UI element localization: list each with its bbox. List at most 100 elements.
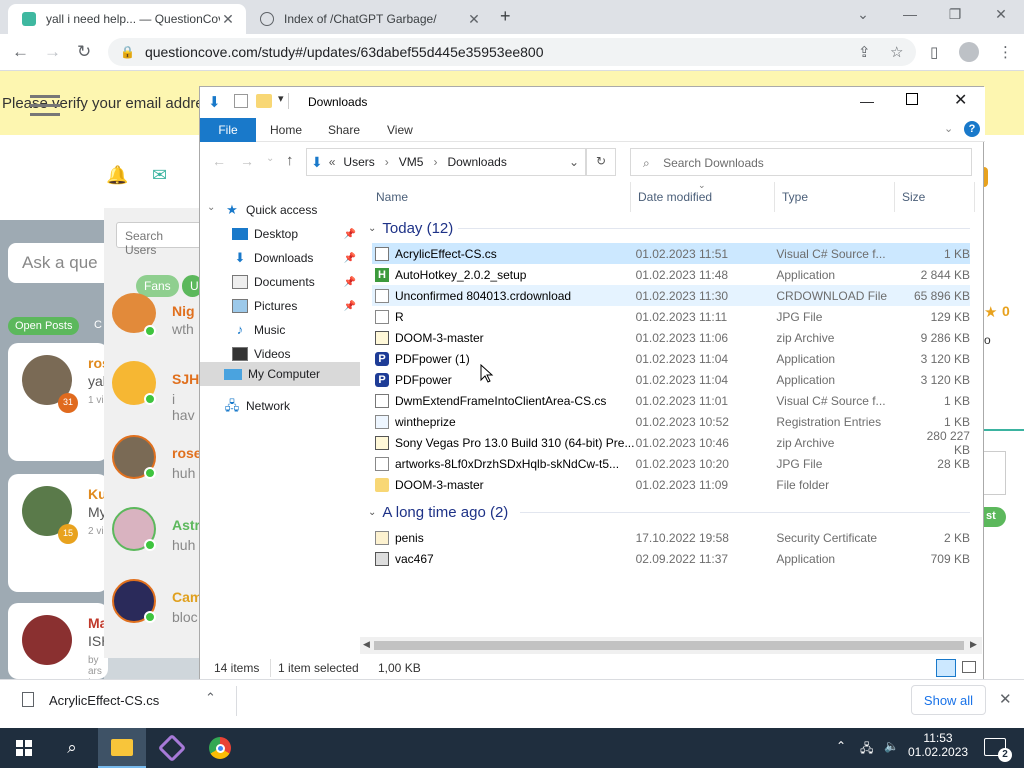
properties-check-icon[interactable] [234,94,248,108]
kebab-menu-icon[interactable]: ⋮ [998,43,1013,61]
chevron-down-icon[interactable]: ⌄ [569,155,579,169]
file-row[interactable]: artworks-8Lf0xDrzhSDxHqlb-skNdCw-t5... 0… [372,453,970,474]
column-divider[interactable] [630,182,631,212]
visual-studio-taskbar-icon[interactable] [148,728,196,768]
search-downloads-input[interactable]: ⌕ Search Downloads [630,148,972,176]
column-divider[interactable] [774,182,775,212]
scroll-right-icon[interactable]: ▶ [970,639,977,650]
tray-chevron-icon[interactable]: ⌃ [836,739,846,753]
browser-tab-questioncove[interactable]: yall i need help... — QuestionCove ✕ [8,4,246,34]
breadcrumb-users[interactable]: Users [343,155,374,169]
tab-view[interactable]: View [387,123,413,137]
nav-network[interactable]: 🖧 Network [200,394,360,418]
close-window-icon[interactable]: ✕ [954,90,967,110]
close-icon[interactable]: ✕ [999,690,1012,708]
column-size[interactable]: Size [902,190,925,204]
forward-arrow-icon[interactable]: → [44,42,61,62]
open-posts-tab[interactable]: Open Posts [8,317,80,335]
post-card[interactable]: 31 ros yal 1 vi [8,343,110,461]
column-divider[interactable] [974,182,975,212]
file-row[interactable]: H AutoHotkey_2.0.2_setup 01.02.2023 11:4… [372,264,970,285]
file-row[interactable]: penis 17.10.2022 19:58 Security Certific… [372,527,970,548]
pin-icon[interactable]: 📌 [344,301,356,312]
new-tab-plus-icon[interactable]: + [500,6,511,27]
scrollbar-thumb[interactable] [374,641,964,650]
up-arrow-icon[interactable]: ↑ [286,152,294,169]
side-panel-icon[interactable]: ▯ [930,43,938,61]
volume-icon[interactable]: 🔈 [884,739,899,753]
reload-icon[interactable]: ↻ [77,42,91,62]
back-arrow-icon[interactable]: ← [212,153,226,169]
restore-icon[interactable]: ❐ [940,6,970,23]
download-arrow-icon[interactable]: ⬇ [208,93,221,111]
pin-icon[interactable]: 📌 [344,229,356,240]
nav-music[interactable]: ♪ Music [200,318,360,342]
close-window-icon[interactable]: ✕ [986,6,1016,23]
post-card[interactable]: 15 Ku My 2 vi [8,474,108,592]
file-row[interactable]: P PDFpower 01.02.2023 11:04 Application … [372,369,970,390]
chevron-up-icon[interactable]: ⌃ [205,690,216,706]
quick-access-chevron-icon[interactable]: ▾ [278,92,284,105]
column-type[interactable]: Type [782,190,808,204]
pin-icon[interactable]: 📌 [344,253,356,264]
mail-icon[interactable]: ✉ [152,165,167,186]
bookmark-star-icon[interactable]: ☆ [890,43,903,61]
bell-icon[interactable]: 🔔 [106,165,128,186]
scroll-left-icon[interactable]: ◀ [363,639,370,650]
group-header-long-ago[interactable]: ⌄ A long time ago (2) [368,500,508,524]
show-all-button[interactable]: Show all [911,685,986,715]
file-row[interactable]: Sony Vegas Pro 13.0 Build 310 (64-bit) P… [372,429,970,457]
network-tray-icon[interactable]: 🖧 [860,739,873,760]
column-divider[interactable] [894,182,895,212]
nav-pictures[interactable]: Pictures 📌 [200,294,360,318]
clock[interactable]: 11:53 01.02.2023 [908,731,968,759]
pin-icon[interactable]: 📌 [344,277,356,288]
large-icons-view-icon[interactable] [962,661,976,673]
nav-documents[interactable]: Documents 📌 [200,270,360,294]
user-name[interactable]: Nig [172,303,195,319]
file-row[interactable]: P PDFpower (1) 01.02.2023 11:04 Applicat… [372,348,970,369]
file-row[interactable]: AcrylicEffect-CS.cs 01.02.2023 11:51 Vis… [372,243,970,264]
file-row[interactable]: vac467 02.09.2022 11:37 Application 709 … [372,548,970,569]
closed-posts-tab-fragment[interactable]: C [94,319,102,331]
address-bar[interactable]: 🔒 questioncove.com/study#/updates/63dabe… [108,38,916,66]
forward-arrow-icon[interactable]: → [240,153,254,169]
textarea-edge[interactable] [984,451,1006,495]
file-row[interactable]: DwmExtendFrameIntoClientArea-CS.cs 01.02… [372,390,970,411]
breadcrumb-downloads[interactable]: Downloads [447,155,506,169]
post-card[interactable]: Ma ISH by ars trax 45 [8,603,111,699]
file-row[interactable]: wintheprize 01.02.2023 10:52 Registratio… [372,411,970,432]
close-tab-icon[interactable]: ✕ [466,11,482,28]
windows-start-icon[interactable] [0,728,48,768]
expand-ribbon-chevron-icon[interactable]: ⌄ [944,122,953,135]
tab-search-chevron-icon[interactable]: ⌄ [848,6,878,23]
share-icon[interactable]: ⇪ [858,43,871,61]
breadcrumb[interactable]: ⬇ « Users › VM5 › Downloads ⌄ [306,148,586,176]
breadcrumb-vm5[interactable]: VM5 [399,155,424,169]
file-row[interactable]: Unconfirmed 804013.crdownload 01.02.2023… [372,285,970,306]
collapse-chevron-icon[interactable]: ⌄ [368,507,376,518]
breadcrumb-overflow[interactable]: « [329,155,336,169]
user-name[interactable]: Cam [172,589,202,605]
tab-file[interactable]: File [200,118,256,142]
back-arrow-icon[interactable]: ← [12,42,29,62]
chrome-taskbar-icon[interactable] [196,728,244,768]
column-date-modified[interactable]: Date modified [638,190,712,204]
search-users-input[interactable]: Search Users [116,222,204,257]
nav-desktop[interactable]: Desktop 📌 [200,222,360,246]
close-tab-icon[interactable]: ✕ [220,11,236,28]
horizontal-scrollbar[interactable]: ◀ ▶ [360,637,982,654]
tab-home[interactable]: Home [270,123,302,137]
refresh-icon[interactable]: ↻ [586,148,616,176]
column-name[interactable]: Name [376,190,408,204]
nav-my-computer[interactable]: My Computer [200,362,360,386]
nav-quick-access[interactable]: ★ Quick access [200,198,360,222]
minimize-icon[interactable]: — [860,93,874,109]
user-name[interactable]: Astr [172,517,200,533]
file-row[interactable]: R 01.02.2023 11:11 JPG File 129 KB [372,306,970,327]
file-row[interactable]: DOOM-3-master 01.02.2023 11:06 zip Archi… [372,327,970,348]
search-icon[interactable]: ⌕ [48,728,96,768]
minimize-icon[interactable]: — [895,6,925,22]
collapse-chevron-icon[interactable]: ⌄ [368,223,376,234]
group-header-today[interactable]: ⌄ Today (12) [368,216,453,240]
